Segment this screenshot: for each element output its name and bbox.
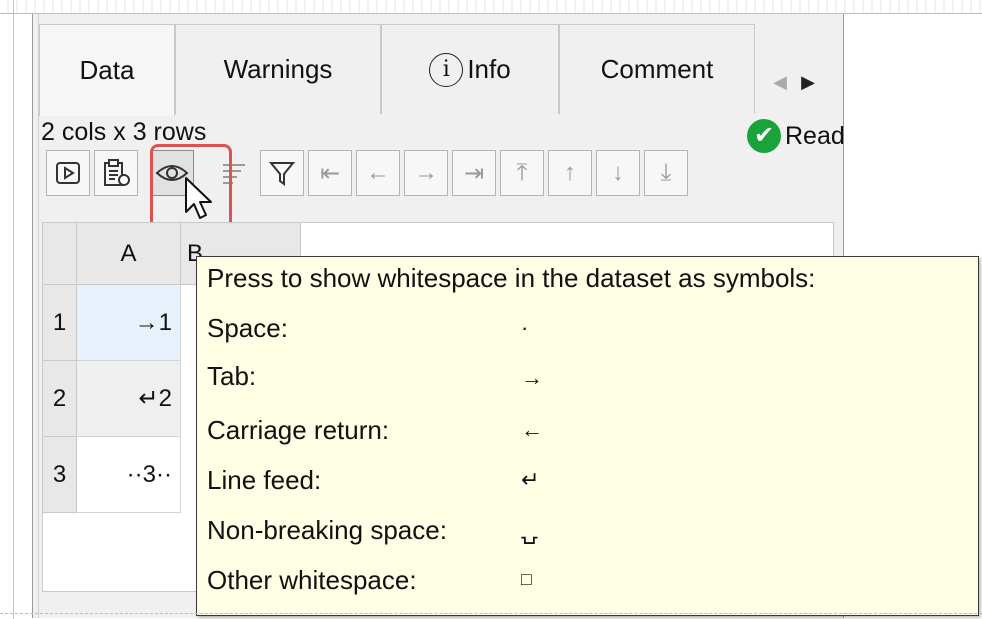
row-header[interactable]: 3	[43, 437, 77, 513]
torn-edge-left	[0, 0, 14, 619]
tab-info[interactable]: i Info	[381, 24, 559, 114]
column-label: A	[120, 239, 137, 267]
first-column-icon: ⇤	[319, 159, 341, 187]
filter-icon	[268, 162, 296, 186]
right-column-button[interactable]: →	[404, 150, 448, 196]
first-column-button[interactable]: ⇤	[308, 150, 352, 196]
up-row-icon: ↑	[564, 159, 576, 186]
torn-edge-bottom	[0, 613, 982, 619]
filter-button[interactable]	[260, 150, 304, 196]
tooltip-item-symbol: →	[521, 365, 543, 390]
tab-label: Info	[467, 54, 511, 84]
whitespace-tooltip: Press to show whitespace in the dataset …	[196, 256, 979, 616]
torn-edge-top	[0, 0, 982, 14]
run-icon	[56, 162, 80, 184]
tooltip-item-label: Space:	[207, 313, 288, 343]
status-label: Read	[785, 121, 845, 150]
tooltip-item-symbol: ·	[521, 315, 529, 340]
left-column-button[interactable]: ←	[356, 150, 400, 196]
row-number: 2	[52, 384, 67, 412]
tab-data[interactable]: Data	[39, 24, 175, 116]
table-cell[interactable]: ··3··	[77, 437, 181, 513]
panel-divider	[38, 14, 39, 618]
row-number: 3	[52, 460, 67, 488]
last-row-icon: ⤓	[660, 159, 672, 186]
last-column-button[interactable]: ⇥	[452, 150, 496, 196]
dataset-summary: 2 cols x 3 rows	[41, 118, 207, 146]
last-column-icon: ⇥	[463, 159, 485, 187]
scroll-left-icon[interactable]: ◀	[769, 64, 791, 100]
tooltip-item-symbol: ⍽	[521, 519, 538, 544]
scroll-right-icon[interactable]: ▶	[797, 64, 819, 100]
down-row-button[interactable]: ↓	[596, 150, 640, 196]
table-cell[interactable]: →1	[77, 285, 181, 361]
tooltip-item-label: Carriage return:	[207, 415, 390, 445]
check-circle-icon: ✔	[747, 119, 781, 153]
paste-button[interactable]	[94, 150, 138, 196]
tooltip-item-label: Other whitespace:	[207, 565, 417, 595]
corner-header[interactable]	[43, 223, 77, 285]
cell-value: →1	[134, 308, 172, 336]
up-row-button[interactable]: ↑	[548, 150, 592, 196]
first-row-button[interactable]: ⤒	[500, 150, 544, 196]
right-column-icon: →	[414, 159, 438, 186]
table-cell[interactable]: ↵2	[77, 361, 181, 437]
row-header[interactable]: 2	[43, 361, 77, 437]
left-column-icon: ←	[366, 159, 390, 186]
tab-label: Warnings	[223, 54, 333, 84]
paste-icon	[104, 159, 130, 186]
tooltip-item-symbol: ←	[521, 417, 543, 442]
tooltip-item-symbol: ↵	[521, 467, 540, 492]
status-indicator: ✔ Read	[747, 118, 845, 154]
down-row-icon: ↓	[612, 159, 624, 186]
row-number: 1	[52, 308, 67, 336]
tooltip-item-label: Tab:	[207, 361, 257, 391]
row-header[interactable]: 1	[43, 285, 77, 361]
column-header-a[interactable]: A	[77, 223, 181, 285]
tooltip-item-label: Line feed:	[207, 465, 322, 495]
first-row-icon: ⤒	[516, 159, 528, 186]
tab-comment[interactable]: Comment	[559, 24, 755, 114]
tooltip-item-symbol: □	[521, 569, 532, 589]
cell-value: ↵2	[138, 385, 172, 412]
tooltip-item-label: Non-breaking space:	[207, 515, 447, 545]
run-button[interactable]	[46, 150, 90, 196]
tab-bar: Data Warnings i Info Comment ◀ ▶	[39, 24, 839, 116]
tooltip-heading: Press to show whitespace in the dataset …	[207, 263, 816, 293]
last-row-button[interactable]: ⤓	[644, 150, 688, 196]
info-icon: i	[429, 52, 464, 87]
tab-label: Data	[79, 55, 135, 85]
mouse-cursor-icon	[185, 177, 212, 219]
cell-value: ··3··	[126, 460, 172, 488]
tab-warnings[interactable]: Warnings	[175, 24, 381, 114]
tab-label: Comment	[600, 54, 714, 84]
